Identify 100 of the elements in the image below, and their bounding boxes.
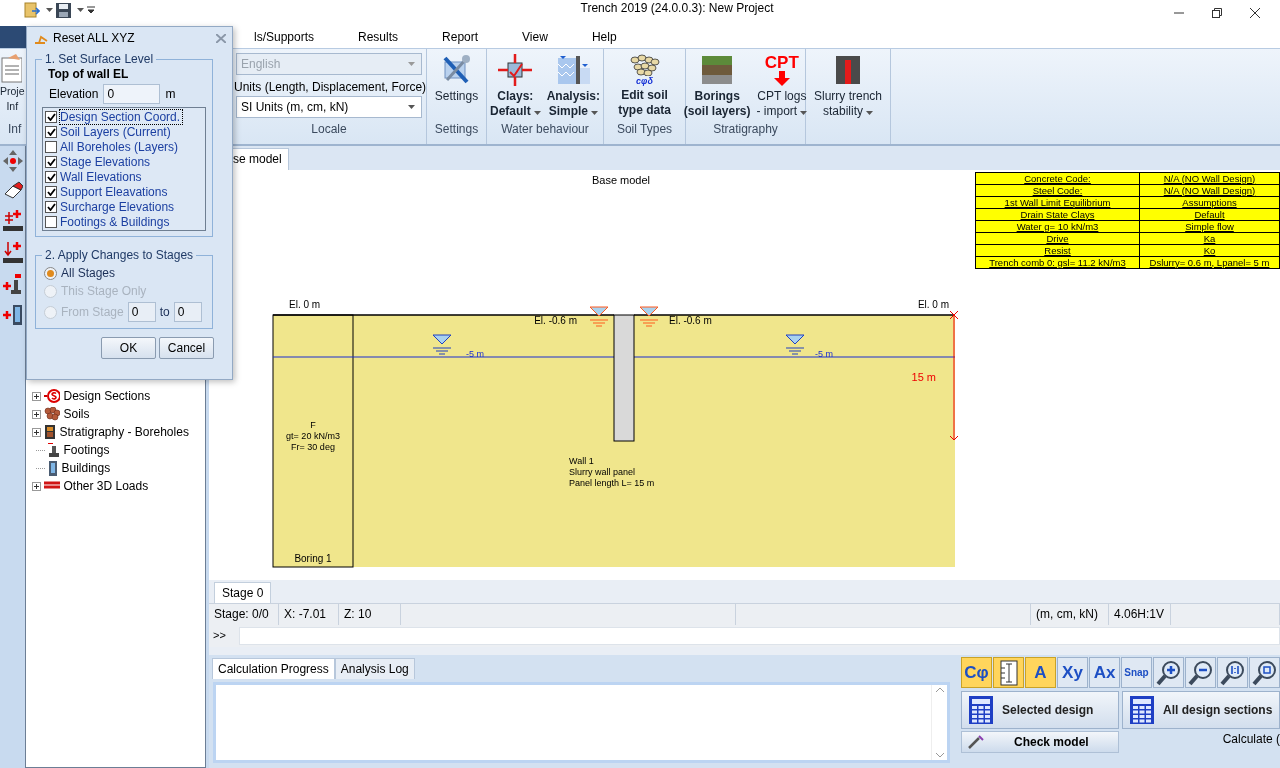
menu-tab[interactable]: Report: [420, 30, 501, 44]
elevation-field[interactable]: 0: [103, 84, 161, 104]
command-field[interactable]: [239, 627, 1280, 645]
calculate-button[interactable]: All design sections: [1122, 691, 1280, 729]
toolbar-tool[interactable]: [993, 657, 1024, 688]
water-level-label: -5 m: [466, 349, 484, 359]
scrollbar[interactable]: [931, 685, 947, 760]
unit-label: m: [165, 87, 176, 101]
checkbox-label[interactable]: Support Eleavations: [60, 184, 170, 199]
checkbox-label[interactable]: Surcharge Elevations: [60, 199, 177, 214]
soil-property-label: Fr= 30 deg: [291, 442, 335, 452]
ribbon-button[interactable]: Clays: Default: [490, 54, 541, 122]
move-icon[interactable]: [2, 150, 23, 172]
checkbox[interactable]: [45, 170, 57, 183]
dialog-button[interactable]: Cancel: [159, 337, 214, 359]
checkbox[interactable]: [45, 200, 57, 213]
table-cell: Concrete Code:: [975, 172, 1140, 185]
ribbon-button[interactable]: Analysis: Simple: [546, 54, 600, 122]
ribbon-button[interactable]: Borings (soil layers): [683, 54, 751, 122]
toolbar-tool[interactable]: Cφ: [961, 657, 992, 688]
elevation-label: El. -0.6 m: [534, 315, 577, 326]
toolbar-tool[interactable]: [1185, 657, 1216, 688]
menu-tab[interactable]: ls/Supports: [232, 30, 337, 44]
group-label: Inf: [7, 122, 23, 138]
tree-item[interactable]: Design Sections: [63, 389, 151, 403]
dropdown-caret-icon: [866, 111, 873, 115]
dialog-button[interactable]: OK: [101, 337, 156, 359]
add-footing-icon[interactable]: [2, 272, 23, 296]
panel-tab[interactable]: Calculation Progress: [212, 658, 335, 679]
toolbar-tool[interactable]: [1217, 657, 1248, 688]
open-folder-icon[interactable]: [24, 2, 40, 18]
tree-item[interactable]: Other 3D Loads: [63, 479, 149, 493]
table-cell: Ko: [1139, 244, 1280, 257]
magnifier-icon: [1219, 659, 1246, 686]
checkbox[interactable]: [45, 110, 57, 123]
scroll-down-icon[interactable]: [935, 753, 944, 758]
dropdown-caret-icon: [46, 8, 53, 12]
expand-icon[interactable]: [32, 481, 42, 491]
stage-tab[interactable]: Stage 0: [214, 582, 272, 603]
checkbox[interactable]: [45, 185, 57, 198]
cpt-logo: CPT: [764, 54, 799, 71]
menu-tab[interactable]: View: [500, 30, 570, 44]
checkbox[interactable]: [45, 155, 57, 168]
radio-button[interactable]: [44, 266, 57, 280]
gravel-icon: [629, 54, 660, 76]
checkbox[interactable]: [45, 215, 57, 228]
add-support-icon[interactable]: [2, 208, 23, 232]
tree-item[interactable]: Stratigraphy - Boreholes: [59, 425, 189, 439]
eraser-icon[interactable]: [2, 180, 23, 200]
checkbox-label[interactable]: All Boreholes (Layers): [60, 139, 181, 154]
restore-icon[interactable]: [1212, 8, 1222, 18]
menu-tab[interactable]: Help: [569, 30, 639, 44]
ruler-icon: [998, 659, 1019, 686]
down-arrow-icon: [773, 71, 790, 86]
ribbon-button[interactable]: Settings: [434, 54, 479, 122]
expand-icon[interactable]: [32, 427, 42, 437]
compression-icon: [498, 54, 533, 86]
ribbon-button[interactable]: cφδ Edit soil type data: [618, 54, 671, 122]
section-heading: Top of wall EL: [47, 67, 130, 81]
ribbon-button[interactable]: CPT CPT logs - import: [756, 54, 808, 122]
checkbox-label[interactable]: Stage Elevations: [60, 154, 153, 169]
radio-label[interactable]: All Stages: [61, 266, 116, 280]
calculator-icon: [968, 695, 994, 725]
checkbox-label[interactable]: Footings & Buildings: [60, 214, 172, 229]
toolbar-tool[interactable]: [1249, 657, 1280, 688]
add-building-icon[interactable]: [2, 304, 23, 326]
toolbar-tool[interactable]: A: [1025, 657, 1056, 688]
toolbar-tool[interactable]: [1153, 657, 1184, 688]
add-load-icon[interactable]: [2, 240, 23, 264]
toolbar-tool[interactable]: Ax: [1089, 657, 1120, 688]
menu-tab[interactable]: Results: [336, 30, 421, 44]
table-cell: Default: [1139, 208, 1280, 221]
soil-icon: [44, 407, 61, 421]
expand-icon[interactable]: [32, 391, 42, 401]
toolbar-tool[interactable]: Xy: [1057, 657, 1088, 688]
close-icon[interactable]: [1250, 8, 1260, 18]
project-info-button[interactable]: Proje Inf: [0, 54, 25, 122]
document-tab[interactable]: se model: [230, 148, 289, 170]
check-model-button[interactable]: Check model: [961, 731, 1119, 753]
soil-layers-icon: [700, 54, 735, 86]
customize-menu-icon[interactable]: [87, 6, 95, 14]
tree-item[interactable]: Soils: [63, 407, 90, 421]
checkbox-label[interactable]: Wall Elevations: [60, 169, 144, 184]
units-select[interactable]: SI Units (m, cm, kN): [236, 96, 422, 118]
checkbox[interactable]: [45, 125, 57, 138]
save-icon[interactable]: [56, 2, 71, 18]
panel-tab[interactable]: Analysis Log: [334, 658, 415, 679]
footing-icon: [48, 443, 61, 457]
table-cell: Drain State Clays: [975, 208, 1140, 221]
ribbon-button[interactable]: Slurry trench stability: [814, 54, 882, 144]
expand-icon[interactable]: [32, 409, 42, 419]
scroll-up-icon[interactable]: [935, 687, 944, 692]
checkbox[interactable]: [45, 140, 57, 153]
toolbar-tool[interactable]: Snap: [1121, 657, 1152, 688]
tree-item[interactable]: Buildings: [61, 461, 111, 475]
calculate-button[interactable]: Selected design: [961, 691, 1119, 729]
checkbox-label[interactable]: Design Section Coord.: [60, 109, 183, 124]
checkbox-label[interactable]: Soil Layers (Current): [60, 124, 173, 139]
table-cell: Assumptions: [1139, 196, 1280, 209]
tree-item[interactable]: Footings: [63, 443, 110, 457]
